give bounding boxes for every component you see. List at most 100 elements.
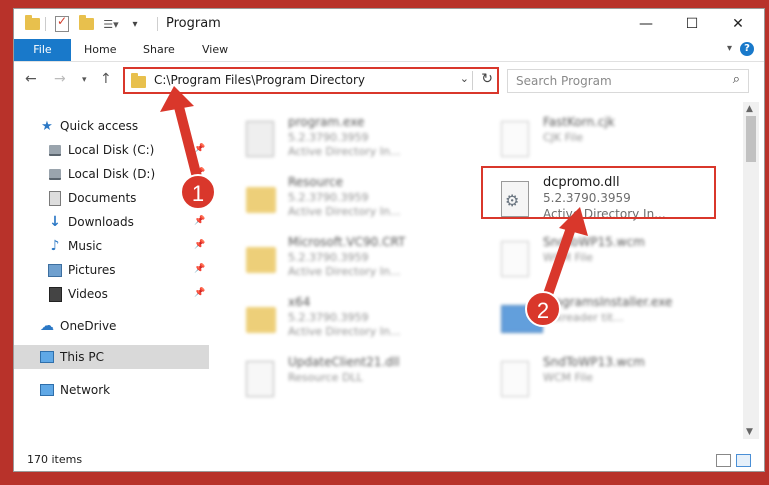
folder-item[interactable]: x64 5.2.3790.3959 Active Directory In... bbox=[238, 295, 468, 349]
file-item[interactable]: SndToWP13.wcm WCM File bbox=[493, 355, 723, 409]
document-icon bbox=[501, 121, 529, 157]
maximize-button[interactable]: ☐ bbox=[669, 9, 715, 39]
folder-icon[interactable] bbox=[24, 15, 40, 33]
documents-icon bbox=[48, 190, 62, 206]
file-name: SndToWP15.wcm bbox=[543, 235, 645, 249]
computer-icon bbox=[40, 350, 54, 364]
sidebar-item-label: This PC bbox=[60, 350, 104, 364]
navigation-pane: ★ Quick access Local Disk (C:) 📌 Local D… bbox=[14, 98, 209, 448]
help-icon[interactable]: ? bbox=[740, 42, 754, 56]
tab-view[interactable]: View bbox=[202, 39, 228, 61]
file-version: 5.2.3790.3959 bbox=[288, 131, 369, 144]
file-item[interactable]: FastKorn.cjk CJK File bbox=[493, 115, 723, 169]
details-view-icon[interactable] bbox=[716, 454, 731, 467]
search-icon[interactable]: ⌕ bbox=[733, 72, 740, 87]
pin-icon[interactable]: 📌 bbox=[194, 216, 205, 226]
expand-ribbon-icon[interactable]: ▾ bbox=[727, 43, 732, 54]
tab-share[interactable]: Share bbox=[143, 39, 175, 61]
address-path: C:\Program Files\Program Directory bbox=[154, 73, 366, 87]
forward-arrow-icon[interactable]: → bbox=[54, 71, 66, 87]
sidebar-item-music[interactable]: ♪ Music 📌 bbox=[14, 234, 209, 258]
document-icon bbox=[501, 361, 529, 397]
address-dropdown-icon[interactable]: ⌄ bbox=[460, 72, 469, 85]
file-name: Resource bbox=[288, 175, 344, 189]
sidebar-item-downloads[interactable]: ↓ Downloads 📌 bbox=[14, 210, 209, 234]
sidebar-item-onedrive[interactable]: ☁ OneDrive bbox=[14, 314, 209, 338]
sidebar-item-label: Local Disk (D:) bbox=[68, 167, 156, 181]
sidebar-item-label: OneDrive bbox=[60, 319, 117, 333]
sidebar-item-label: Pictures bbox=[68, 263, 116, 277]
tab-home[interactable]: Home bbox=[84, 39, 116, 61]
sidebar-item-label: Quick access bbox=[60, 119, 139, 133]
sidebar-item-label: Videos bbox=[68, 287, 108, 301]
tiles-view-icon[interactable] bbox=[736, 454, 751, 467]
file-version: 5.2.3790.3959 bbox=[288, 251, 369, 264]
properties-icon[interactable] bbox=[54, 14, 70, 33]
pin-icon[interactable]: 📌 bbox=[194, 288, 205, 298]
folder-icon bbox=[131, 73, 146, 88]
file-description: Active Directory In... bbox=[288, 265, 401, 278]
file-description: Active Directory In... bbox=[288, 145, 401, 158]
customize-toolbar-icon[interactable]: ▾ bbox=[128, 15, 142, 33]
new-folder-icon[interactable] bbox=[78, 15, 94, 33]
file-name: SndToWP13.wcm bbox=[543, 355, 645, 369]
document-icon bbox=[501, 241, 529, 277]
music-icon: ♪ bbox=[50, 238, 60, 254]
file-item[interactable]: UpdateClient21.dll Resource DLL bbox=[238, 355, 468, 409]
step-2-badge: 2 bbox=[525, 291, 561, 327]
download-icon: ↓ bbox=[49, 214, 61, 230]
file-version: 5.2.3790.3959 bbox=[288, 191, 369, 204]
scroll-down-icon[interactable]: ▼ bbox=[746, 427, 753, 437]
file-name: UpdateClient21.dll bbox=[288, 355, 400, 369]
ribbon-tabs: File Home Share View ▾ ? bbox=[14, 39, 764, 62]
file-type: WCM File bbox=[543, 371, 593, 384]
file-item[interactable]: SndToWP15.wcm WCM File bbox=[493, 235, 723, 289]
scroll-thumb[interactable] bbox=[746, 116, 756, 162]
sidebar-item-label: Downloads bbox=[68, 215, 134, 229]
file-name: FastKorn.cjk bbox=[543, 115, 615, 129]
file-description: Active Directory In... bbox=[288, 325, 401, 338]
sidebar-item-network[interactable]: Network bbox=[14, 378, 209, 402]
back-arrow-icon[interactable]: ← bbox=[25, 71, 37, 87]
up-arrow-icon[interactable]: ↑ bbox=[100, 71, 112, 87]
file-name: ProgramsInstaller.exe bbox=[543, 295, 673, 309]
file-name: program.exe bbox=[288, 115, 365, 129]
sidebar-item-quick-access[interactable]: ★ Quick access bbox=[14, 114, 209, 138]
sidebar-item-this-pc[interactable]: This PC bbox=[14, 345, 209, 369]
file-type: Resource DLL bbox=[288, 371, 363, 384]
separator bbox=[44, 15, 46, 33]
window-title: Program bbox=[166, 16, 221, 31]
file-type: CJK File bbox=[543, 131, 584, 144]
scroll-up-icon[interactable]: ▲ bbox=[746, 104, 753, 114]
network-icon bbox=[40, 383, 54, 397]
file-item[interactable]: program.exe 5.2.3790.3959 Active Directo… bbox=[238, 115, 468, 169]
explorer-window: ☰▾ ▾ Program — ☐ ✕ File Home Share View … bbox=[13, 8, 765, 472]
refresh-icon[interactable]: ↻ bbox=[481, 71, 493, 87]
folder-item[interactable]: Microsoft.VC90.CRT 5.2.3790.3959 Active … bbox=[238, 235, 468, 289]
tab-file[interactable]: File bbox=[14, 39, 71, 61]
disk-icon bbox=[48, 143, 62, 157]
star-icon: ★ bbox=[41, 118, 53, 134]
close-button[interactable]: ✕ bbox=[715, 9, 761, 39]
view-options-icon[interactable]: ☰▾ bbox=[100, 15, 122, 33]
step-1-badge: 1 bbox=[180, 174, 216, 210]
sidebar-item-local-disk-c[interactable]: Local Disk (C:) 📌 bbox=[14, 138, 209, 162]
file-version: 5.2.3790.3959 bbox=[288, 311, 369, 324]
folder-icon bbox=[246, 187, 276, 213]
file-type: WCM File bbox=[543, 251, 593, 264]
address-bar[interactable]: C:\Program Files\Program Directory ⌄ ↻ bbox=[123, 67, 499, 94]
folder-item[interactable]: Resource 5.2.3790.3959 Active Directory … bbox=[238, 175, 468, 229]
sidebar-item-videos[interactable]: Videos 📌 bbox=[14, 282, 209, 306]
search-input[interactable]: Search Program ⌕ bbox=[507, 69, 749, 93]
folder-icon bbox=[246, 307, 276, 333]
sidebar-item-label: Local Disk (C:) bbox=[68, 143, 155, 157]
sidebar-item-local-disk-d[interactable]: Local Disk (D:) 📌 bbox=[14, 162, 209, 186]
pin-icon[interactable]: 📌 bbox=[194, 264, 205, 274]
minimize-button[interactable]: — bbox=[623, 9, 669, 39]
sidebar-item-label: Documents bbox=[68, 191, 137, 205]
vertical-scrollbar[interactable]: ▲ ▼ bbox=[743, 102, 759, 439]
recent-locations-icon[interactable]: ▾ bbox=[82, 75, 87, 85]
sidebar-item-pictures[interactable]: Pictures 📌 bbox=[14, 258, 209, 282]
pin-icon[interactable]: 📌 bbox=[194, 144, 205, 154]
pin-icon[interactable]: 📌 bbox=[194, 240, 205, 250]
